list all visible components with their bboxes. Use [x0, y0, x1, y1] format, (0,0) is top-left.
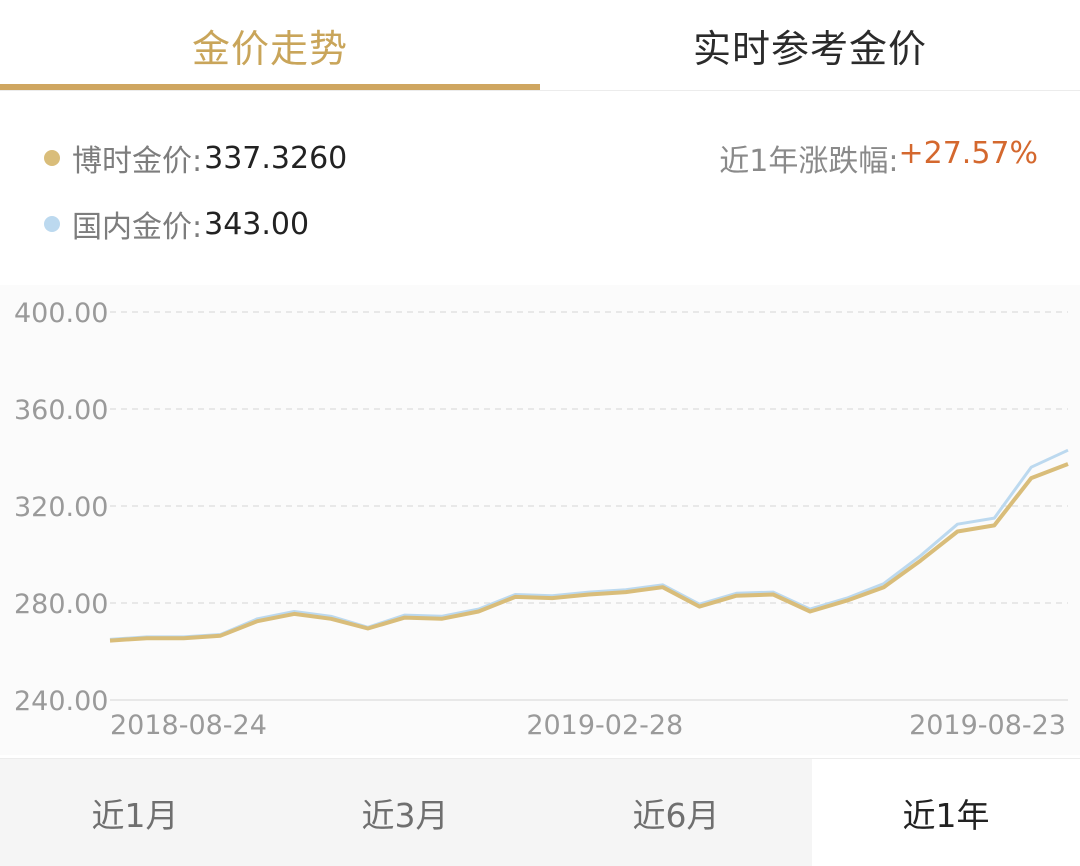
x-tick-label: 2019-02-28: [526, 710, 683, 741]
y-tick-label: 400.00: [14, 298, 108, 329]
period-1-month[interactable]: 近1月: [0, 759, 270, 866]
period-selector: 近1月 近3月 近6月 近1年: [0, 758, 1080, 866]
period-3-months[interactable]: 近3月: [270, 759, 540, 866]
tab-bar: 金价走势 实时参考金价: [0, 0, 1080, 91]
period-1-year[interactable]: 近1年: [812, 759, 1080, 866]
bosera-series-dot: [44, 150, 60, 166]
bosera-value: 337.3260: [204, 140, 348, 176]
y-tick-label: 240.00: [14, 686, 108, 717]
chart-background: [0, 285, 1080, 755]
x-tick-label: 2018-08-24: [110, 710, 267, 741]
legend-domestic-gold: 国内金价: 343.00: [44, 202, 309, 246]
yearly-change-label: 近1年涨跌幅:: [719, 144, 899, 179]
yearly-change: 近1年涨跌幅: +27.57%: [719, 136, 1038, 180]
tab-realtime-reference-price[interactable]: 实时参考金价: [540, 0, 1080, 90]
domestic-series-dot: [44, 216, 60, 232]
domestic-value: 343.00: [204, 206, 310, 242]
yearly-change-value: +27.57%: [898, 136, 1038, 171]
active-tab-indicator: [0, 84, 540, 90]
bosera-label: 博时金价:: [72, 144, 203, 179]
domestic-label: 国内金价:: [72, 210, 203, 245]
tab-gold-price-trend[interactable]: 金价走势: [0, 0, 540, 90]
gold-price-line-chart: 400.00 360.00 320.00 280.00 240.00 2018-08-2…: [0, 285, 1080, 755]
y-tick-label: 360.00: [14, 395, 108, 426]
y-tick-label: 280.00: [14, 589, 108, 620]
y-tick-label: 320.00: [14, 492, 108, 523]
period-6-months[interactable]: 近6月: [540, 759, 812, 866]
x-tick-label: 2019-08-23: [909, 710, 1066, 741]
legend-bosera-gold: 博时金价: 337.3260: [44, 136, 347, 180]
